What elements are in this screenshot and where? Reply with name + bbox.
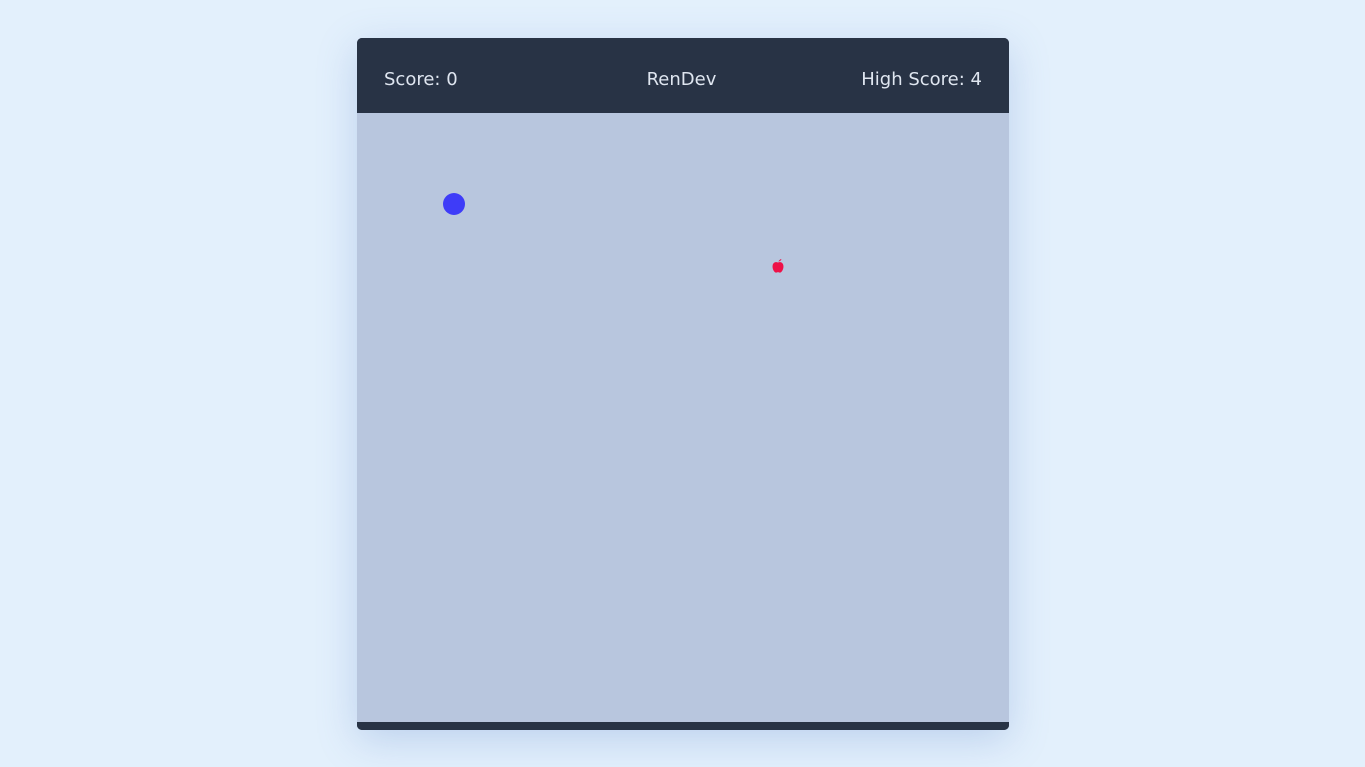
play-board[interactable] [357,113,1009,722]
game-header: Score: 0 RenDev High Score: 4 [357,38,1009,113]
game-wrapper: Score: 0 RenDev High Score: 4 [357,38,1009,730]
snake-head [443,193,465,215]
apple-icon [772,259,784,273]
high-score-display: High Score: 4 [861,69,982,90]
bottom-bar [357,722,1009,730]
